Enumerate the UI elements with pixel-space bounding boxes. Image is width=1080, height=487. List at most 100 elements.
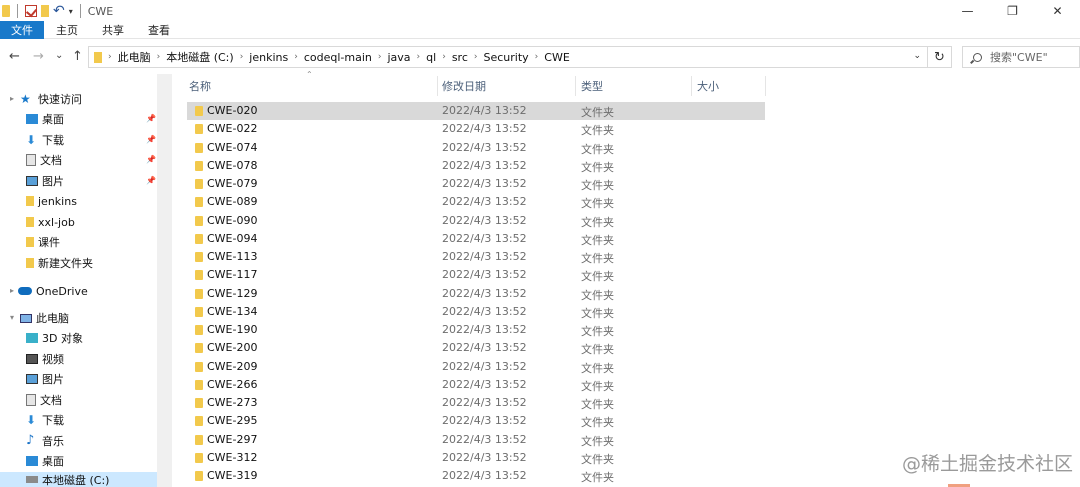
pin-icon[interactable]: 📌: [146, 114, 156, 123]
table-row[interactable]: CWE-209 2022/4/3 13:52 文件夹: [187, 358, 765, 376]
customize-toolbar-chevron-icon[interactable]: ▾: [69, 7, 73, 16]
nav-item-courseware[interactable]: 课件: [26, 232, 60, 252]
close-button[interactable]: ✕: [1035, 0, 1080, 22]
table-row[interactable]: CWE-295 2022/4/3 13:52 文件夹: [187, 412, 765, 430]
column-header-date[interactable]: 修改日期: [442, 74, 486, 98]
file-type: 文件夹: [581, 325, 614, 338]
breadcrumb-separator[interactable]: ›: [240, 52, 244, 62]
nav-item-desktop-pc[interactable]: 桌面: [26, 451, 64, 471]
table-row[interactable]: CWE-117 2022/4/3 13:52 文件夹: [187, 266, 765, 284]
breadcrumb-separator[interactable]: ›: [535, 52, 539, 62]
table-row[interactable]: CWE-134 2022/4/3 13:52 文件夹: [187, 303, 765, 321]
breadcrumb-item[interactable]: codeql-main: [304, 51, 372, 64]
column-divider[interactable]: [691, 76, 692, 96]
tab-view[interactable]: 查看: [136, 21, 182, 39]
table-row[interactable]: CWE-020 2022/4/3 13:52 文件夹: [187, 102, 765, 120]
nav-quick-access[interactable]: ★ 快速访问: [20, 89, 82, 109]
nav-onedrive[interactable]: OneDrive: [18, 281, 88, 301]
table-row[interactable]: CWE-312 2022/4/3 13:52 文件夹: [187, 449, 765, 467]
refresh-button[interactable]: ↻: [928, 46, 952, 68]
breadcrumb-item[interactable]: 此电脑: [118, 49, 151, 65]
nav-item-xxl-job[interactable]: xxl-job: [26, 212, 75, 232]
nav-item-desktop[interactable]: 桌面: [26, 109, 64, 129]
nav-item-music[interactable]: ♪ 音乐: [26, 431, 64, 451]
minimize-button[interactable]: —: [945, 0, 990, 22]
table-row[interactable]: CWE-078 2022/4/3 13:52 文件夹: [187, 157, 765, 175]
expand-chevron-icon[interactable]: ▾: [10, 313, 14, 322]
pin-icon[interactable]: 📌: [146, 135, 156, 144]
pin-icon[interactable]: 📌: [146, 155, 156, 164]
nav-scrollbar[interactable]: [157, 74, 172, 487]
column-header-type[interactable]: 类型: [581, 74, 603, 98]
nav-label: 图片: [42, 175, 64, 188]
forward-button[interactable]: →: [33, 49, 44, 64]
breadcrumb-item[interactable]: ql: [426, 51, 436, 64]
nav-item-3d-objects[interactable]: 3D 对象: [26, 328, 83, 348]
file-type: 文件夹: [581, 379, 614, 393]
table-row[interactable]: CWE-079 2022/4/3 13:52 文件夹: [187, 175, 765, 193]
nav-item-new-folder[interactable]: 新建文件夹: [26, 253, 93, 273]
table-row[interactable]: CWE-273 2022/4/3 13:52 文件夹: [187, 394, 765, 412]
breadcrumb-item[interactable]: Security: [483, 51, 528, 64]
table-row[interactable]: CWE-129 2022/4/3 13:52 文件夹: [187, 285, 765, 303]
table-row[interactable]: CWE-190 2022/4/3 13:52 文件夹: [187, 321, 765, 339]
table-row[interactable]: CWE-113 2022/4/3 13:52 文件夹: [187, 248, 765, 266]
expand-chevron-icon[interactable]: ▸: [10, 94, 14, 103]
breadcrumb-item-current[interactable]: CWE: [544, 51, 570, 64]
breadcrumb-item[interactable]: 本地磁盘 (C:): [166, 49, 233, 65]
breadcrumb-item[interactable]: jenkins: [249, 51, 288, 64]
nav-item-documents[interactable]: 文档: [26, 150, 62, 170]
table-row[interactable]: CWE-089 2022/4/3 13:52 文件夹: [187, 193, 765, 211]
nav-item-jenkins[interactable]: jenkins: [26, 191, 77, 211]
search-box[interactable]: 搜索"CWE": [962, 46, 1080, 68]
breadcrumb-separator[interactable]: ›: [378, 52, 382, 62]
up-button[interactable]: ↑: [72, 49, 83, 64]
recent-locations-button[interactable]: ⌄: [55, 50, 63, 61]
column-divider[interactable]: [575, 76, 576, 96]
tab-share[interactable]: 共享: [90, 21, 136, 39]
address-history-chevron-icon[interactable]: ⌄: [913, 51, 921, 61]
properties-icon[interactable]: [25, 5, 37, 17]
breadcrumb-separator[interactable]: ›: [474, 52, 478, 62]
nav-item-documents-pc[interactable]: 文档: [26, 390, 62, 410]
back-button[interactable]: ←: [9, 49, 20, 64]
undo-icon[interactable]: ↶: [53, 4, 65, 18]
new-folder-icon[interactable]: [41, 5, 49, 17]
expand-chevron-icon[interactable]: ▸: [10, 286, 14, 295]
column-header-size[interactable]: 大小: [697, 74, 719, 98]
table-row[interactable]: CWE-074 2022/4/3 13:52 文件夹: [187, 139, 765, 157]
restore-button[interactable]: ❐: [990, 0, 1035, 22]
table-row[interactable]: CWE-266 2022/4/3 13:52 文件夹: [187, 376, 765, 394]
nav-item-local-disk-c[interactable]: 本地磁盘 (C:): [26, 472, 109, 487]
breadcrumb-separator[interactable]: ›: [417, 52, 421, 62]
breadcrumb-item[interactable]: java: [387, 51, 410, 64]
file-date: 2022/4/3 13:52: [442, 304, 527, 318]
table-row[interactable]: CWE-297 2022/4/3 13:52 文件夹: [187, 431, 765, 449]
breadcrumb-item[interactable]: src: [452, 51, 468, 64]
file-type: 文件夹: [581, 361, 614, 375]
breadcrumb-separator[interactable]: ›: [442, 52, 446, 62]
breadcrumb-separator[interactable]: ›: [157, 52, 161, 62]
address-bar[interactable]: › 此电脑 › 本地磁盘 (C:) › jenkins › codeql-mai…: [88, 46, 928, 68]
nav-item-downloads[interactable]: ⬇ 下载: [26, 130, 64, 150]
column-divider[interactable]: [437, 76, 438, 96]
table-row[interactable]: CWE-090 2022/4/3 13:52 文件夹: [187, 212, 765, 230]
nav-item-downloads-pc[interactable]: ⬇ 下载: [26, 410, 64, 430]
table-row[interactable]: CWE-200 2022/4/3 13:52 文件夹: [187, 339, 765, 357]
search-input[interactable]: 搜索"CWE": [990, 49, 1048, 65]
tab-file[interactable]: 文件: [0, 21, 44, 39]
table-row[interactable]: CWE-094 2022/4/3 13:52 文件夹: [187, 230, 765, 248]
file-date: 2022/4/3 13:52: [442, 377, 527, 391]
breadcrumb-separator[interactable]: ›: [294, 52, 298, 62]
file-name: CWE-094: [207, 231, 258, 245]
nav-item-pictures[interactable]: 图片: [26, 171, 64, 191]
nav-this-pc[interactable]: 此电脑: [20, 308, 69, 328]
table-row[interactable]: CWE-319 2022/4/3 13:52 文件夹: [187, 467, 765, 485]
table-row[interactable]: CWE-022 2022/4/3 13:52 文件夹: [187, 120, 765, 138]
nav-item-videos[interactable]: 视频: [26, 349, 64, 369]
nav-item-pictures-pc[interactable]: 图片: [26, 369, 64, 389]
pin-icon[interactable]: 📌: [146, 176, 156, 185]
tab-home[interactable]: 主页: [44, 21, 90, 39]
column-header-name[interactable]: 名称: [189, 74, 211, 98]
column-divider[interactable]: [765, 76, 766, 96]
